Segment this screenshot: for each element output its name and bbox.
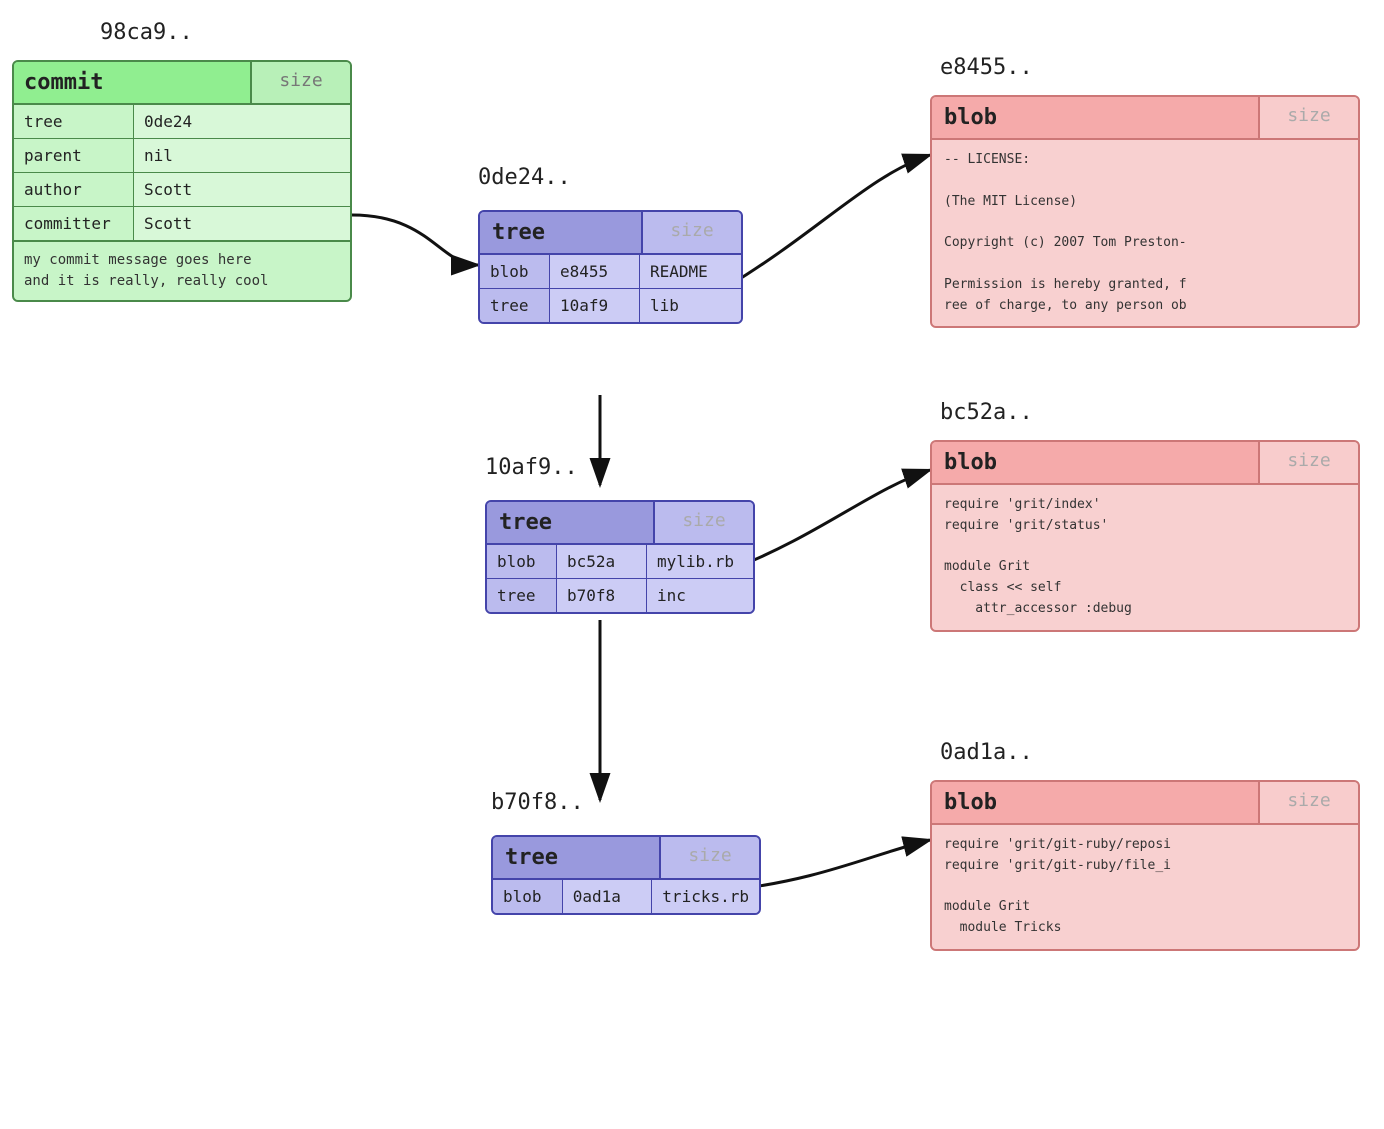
blob2-label: bc52a.. [940,400,1033,425]
commit-row-1-val: nil [134,139,350,172]
blob1-content: -- LICENSE:(The MIT License)Copyright (c… [932,140,1358,326]
commit-row-2-key: author [14,173,134,206]
diagram: 98ca9.. commit size tree 0de24 parent ni… [0,0,1384,1129]
tree3-row0-name: tricks.rb [652,880,759,913]
tree2-size: size [653,502,753,543]
tree2-row1-name: inc [647,579,753,612]
commit-type: commit [14,62,250,103]
tree1-box: tree size blob e8455 README tree 10af9 l… [478,210,743,324]
tree1-row1-hash: 10af9 [550,289,640,322]
tree2-type: tree [487,502,653,543]
tree3-row0-type: blob [493,880,563,913]
blob3-box: blob size require 'grit/git-ruby/reposir… [930,780,1360,951]
tree1-type: tree [480,212,641,253]
tree3-row0-hash: 0ad1a [563,880,653,913]
blob1-type: blob [932,97,1258,138]
tree3-label: b70f8.. [491,790,584,815]
tree2-row0-hash: bc52a [557,545,647,578]
tree1-row0-name: README [640,255,741,288]
tree2-row1-hash: b70f8 [557,579,647,612]
tree1-row0-type: blob [480,255,550,288]
tree1-row0-hash: e8455 [550,255,640,288]
blob1-label: e8455.. [940,55,1033,80]
tree2-box: tree size blob bc52a mylib.rb tree b70f8… [485,500,755,614]
tree1-row1-name: lib [640,289,741,322]
commit-box: commit size tree 0de24 parent nil author… [12,60,352,302]
blob3-label: 0ad1a.. [940,740,1033,765]
tree1-label: 0de24.. [478,165,571,190]
blob1-size: size [1258,97,1358,138]
commit-label: 98ca9.. [100,20,193,45]
commit-row-3-key: committer [14,207,134,240]
tree2-row1-type: tree [487,579,557,612]
tree3-type: tree [493,837,659,878]
blob1-box: blob size -- LICENSE:(The MIT License)Co… [930,95,1360,328]
blob3-type: blob [932,782,1258,823]
tree2-row0-type: blob [487,545,557,578]
blob3-size: size [1258,782,1358,823]
commit-row-3-val: Scott [134,207,350,240]
tree3-size: size [659,837,759,878]
commit-row-2-val: Scott [134,173,350,206]
blob2-size: size [1258,442,1358,483]
commit-row-0-key: tree [14,105,134,138]
blob2-content: require 'grit/index'require 'grit/status… [932,485,1358,630]
tree2-label: 10af9.. [485,455,578,480]
blob3-content: require 'grit/git-ruby/reposirequire 'gr… [932,825,1358,949]
commit-size: size [250,62,350,103]
tree1-size: size [641,212,741,253]
commit-message: my commit message goes hereand it is rea… [14,241,350,300]
commit-row-1-key: parent [14,139,134,172]
blob2-type: blob [932,442,1258,483]
tree1-row1-type: tree [480,289,550,322]
tree2-row0-name: mylib.rb [647,545,753,578]
tree3-box: tree size blob 0ad1a tricks.rb [491,835,761,915]
commit-row-0-val: 0de24 [134,105,350,138]
blob2-box: blob size require 'grit/index'require 'g… [930,440,1360,632]
